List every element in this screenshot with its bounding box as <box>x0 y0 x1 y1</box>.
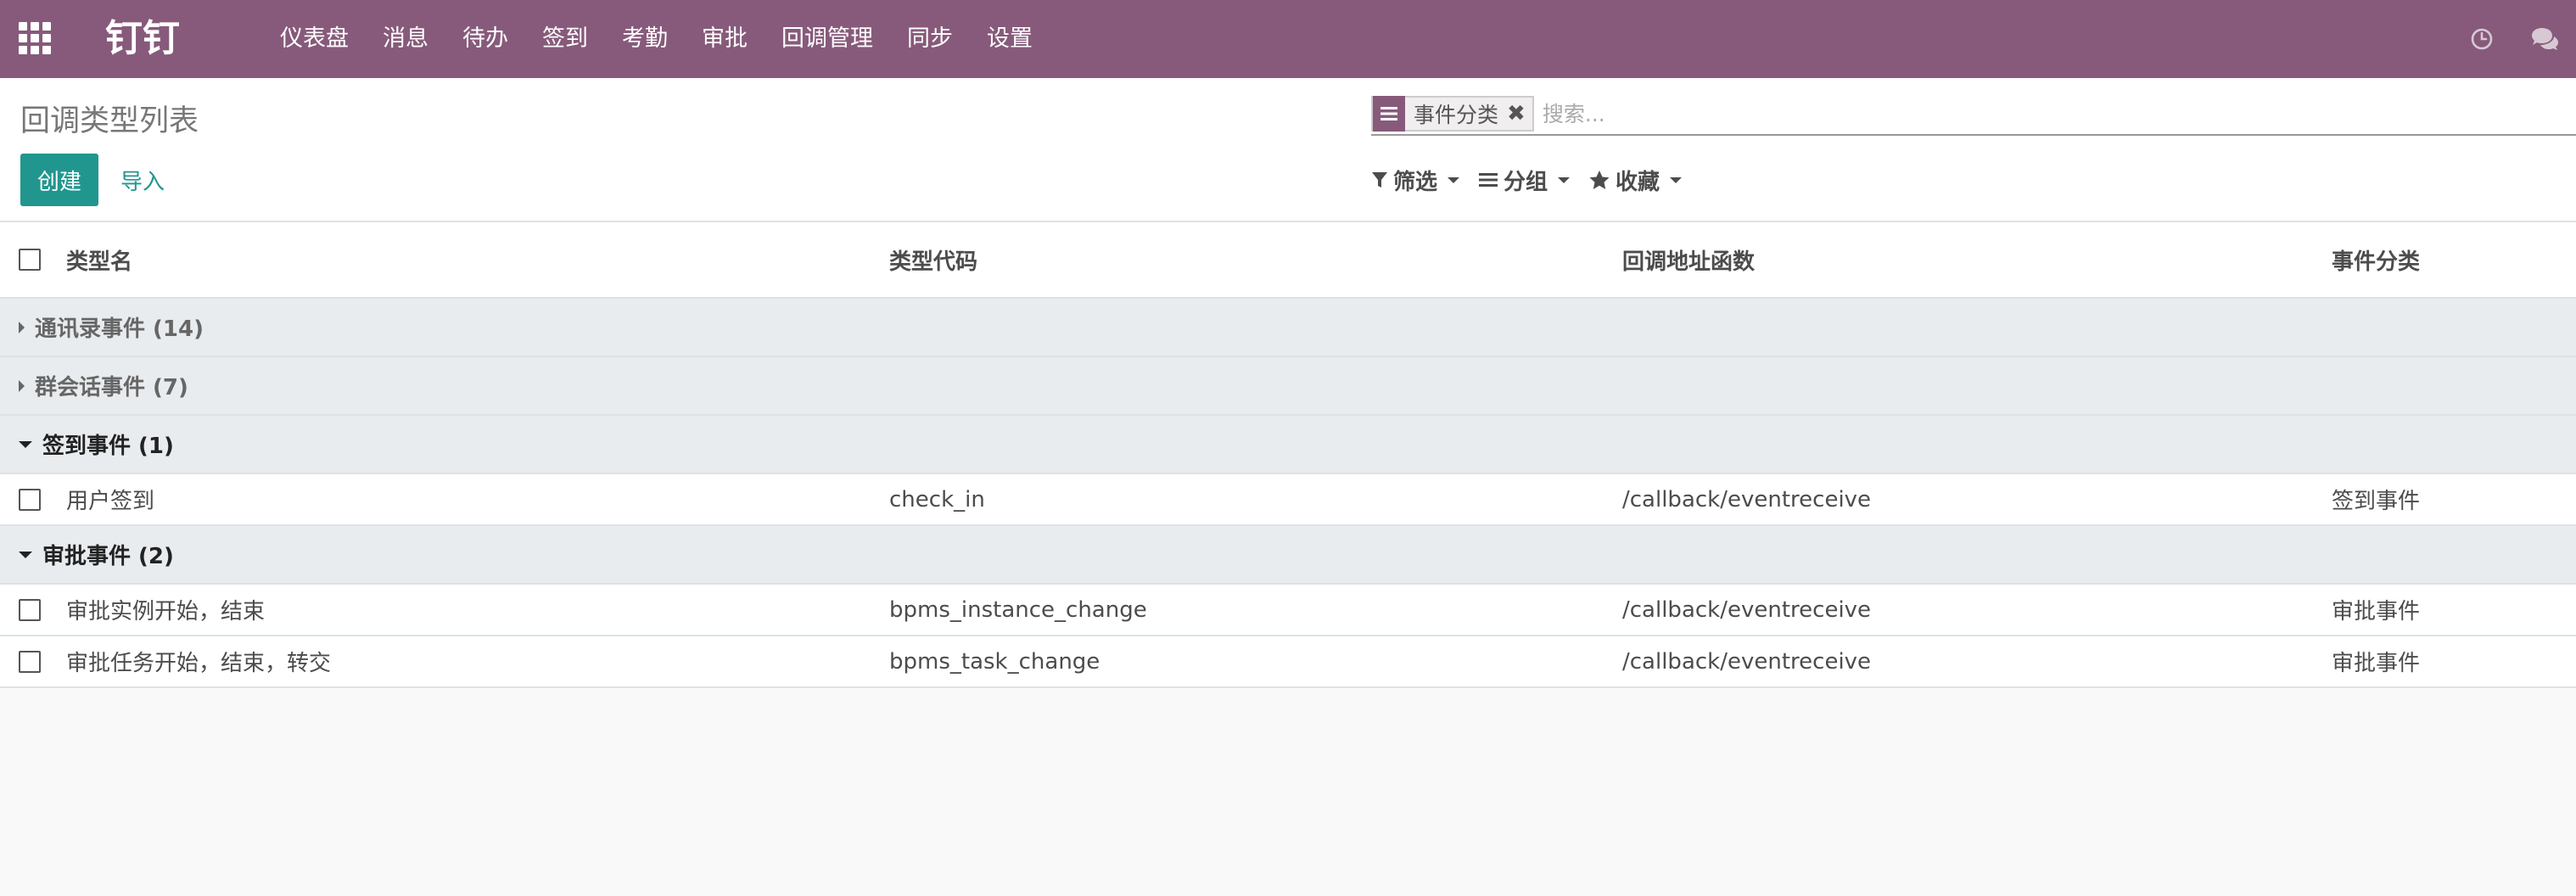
caret-right-icon <box>19 379 25 392</box>
favorites-label: 收藏 <box>1616 169 1660 195</box>
menu-item-todo[interactable]: 待办 <box>445 0 525 78</box>
activity-clock-icon[interactable] <box>2450 0 2513 78</box>
group-label: 通讯录事件 (14) <box>35 316 204 342</box>
menu-item-approval[interactable]: 审批 <box>685 0 764 78</box>
caret-right-icon <box>19 321 25 333</box>
group-row[interactable]: 签到事件 (1) <box>0 416 2576 474</box>
cell-name: 审批任务开始，结束，转交 <box>66 651 332 676</box>
page-title: 回调类型列表 <box>20 104 199 138</box>
search-options: 筛选 分组 收藏 <box>1371 161 1700 199</box>
menu-item-dashboard[interactable]: 仪表盘 <box>263 0 366 78</box>
groupby-dropdown[interactable]: 分组 <box>1478 165 1571 196</box>
facet-remove-icon[interactable]: ✖ <box>1507 101 1532 126</box>
group-label: 群会话事件 (7) <box>35 375 188 400</box>
create-button[interactable]: 创建 <box>20 154 98 206</box>
menu-item-messages[interactable]: 消息 <box>366 0 445 78</box>
column-header-code[interactable]: 类型代码 <box>889 244 977 276</box>
row-checkbox[interactable] <box>19 598 41 621</box>
column-header-name[interactable]: 类型名 <box>66 244 132 276</box>
row-checkbox[interactable] <box>19 488 41 511</box>
row-checkbox[interactable] <box>19 650 41 673</box>
cell-event-category: 审批事件 <box>2332 651 2421 676</box>
group-label: 签到事件 (1) <box>42 434 174 459</box>
group-row[interactable]: 通讯录事件 (14) <box>0 299 2576 357</box>
cell-event-category: 审批事件 <box>2332 599 2421 624</box>
cell-name: 用户签到 <box>66 489 155 514</box>
search-facet-value: 事件分类 <box>1414 103 1499 127</box>
cell-code: bpms_task_change <box>889 648 1100 675</box>
apps-grid-icon[interactable] <box>19 22 53 56</box>
caret-down-icon <box>1558 176 1571 183</box>
menu-item-settings[interactable]: 设置 <box>970 0 1050 78</box>
search-bar: 事件分类 ✖ <box>1371 93 2576 136</box>
group-row[interactable]: 群会话事件 (7) <box>0 357 2576 416</box>
cell-event-category: 签到事件 <box>2332 489 2421 514</box>
menu-item-attendance[interactable]: 考勤 <box>605 0 685 78</box>
cell-code: bpms_instance_change <box>889 596 1147 623</box>
caret-down-icon <box>19 551 32 558</box>
menu-item-sync[interactable]: 同步 <box>890 0 970 78</box>
search-input[interactable] <box>1533 95 2576 132</box>
top-navbar: 钉钉 仪表盘 消息 待办 签到 考勤 审批 回调管理 同步 设置 <box>0 0 2576 78</box>
table-row[interactable]: 审批实例开始，结束 bpms_instance_change /callback… <box>0 585 2576 636</box>
cell-name: 审批实例开始，结束 <box>66 599 266 624</box>
favorites-dropdown[interactable]: 收藏 <box>1588 165 1683 196</box>
group-by-list-icon <box>1373 96 1405 132</box>
column-header-event-category[interactable]: 事件分类 <box>2332 244 2420 276</box>
import-button[interactable]: 导入 <box>112 154 173 206</box>
caret-down-icon <box>1448 176 1460 183</box>
search-facet: 事件分类 ✖ <box>1371 96 1534 132</box>
filters-label: 筛选 <box>1393 169 1438 195</box>
app-brand: 钉钉 <box>105 17 180 60</box>
filter-icon <box>1372 172 1387 188</box>
caret-down-icon <box>1670 176 1683 183</box>
chat-bubbles-icon[interactable] <box>2513 0 2576 78</box>
control-panel: 回调类型列表 创建 导入 事件分类 ✖ 筛选 <box>0 78 2576 222</box>
navbar-systray <box>2450 0 2576 78</box>
group-row[interactable]: 审批事件 (2) <box>0 526 2576 585</box>
filters-dropdown[interactable]: 筛选 <box>1371 165 1460 196</box>
group-label: 审批事件 (2) <box>42 544 174 569</box>
menu-item-callback[interactable]: 回调管理 <box>764 0 890 78</box>
cell-code: check_in <box>889 486 985 512</box>
cell-callback-function: /callback/eventreceive <box>1622 648 1872 675</box>
cell-callback-function: /callback/eventreceive <box>1622 486 1872 512</box>
menu-item-checkin[interactable]: 签到 <box>525 0 605 78</box>
list-view: 类型名 类型代码 回调地址函数 事件分类 通讯录事件 (14) 群会话事件 (7… <box>0 222 2576 688</box>
list-icon <box>1479 173 1498 187</box>
column-header-callback-function[interactable]: 回调地址函数 <box>1622 244 1755 276</box>
table-header: 类型名 类型代码 回调地址函数 事件分类 <box>0 222 2576 299</box>
cell-callback-function: /callback/eventreceive <box>1622 596 1872 623</box>
table-row[interactable]: 用户签到 check_in /callback/eventreceive 签到事… <box>0 474 2576 526</box>
groupby-label: 分组 <box>1504 169 1548 195</box>
main-menu: 仪表盘 消息 待办 签到 考勤 审批 回调管理 同步 设置 <box>263 0 1050 78</box>
star-icon <box>1589 171 1610 189</box>
caret-down-icon <box>19 440 32 448</box>
table-row[interactable]: 审批任务开始，结束，转交 bpms_task_change /callback/… <box>0 636 2576 688</box>
select-all-checkbox[interactable] <box>19 249 41 271</box>
